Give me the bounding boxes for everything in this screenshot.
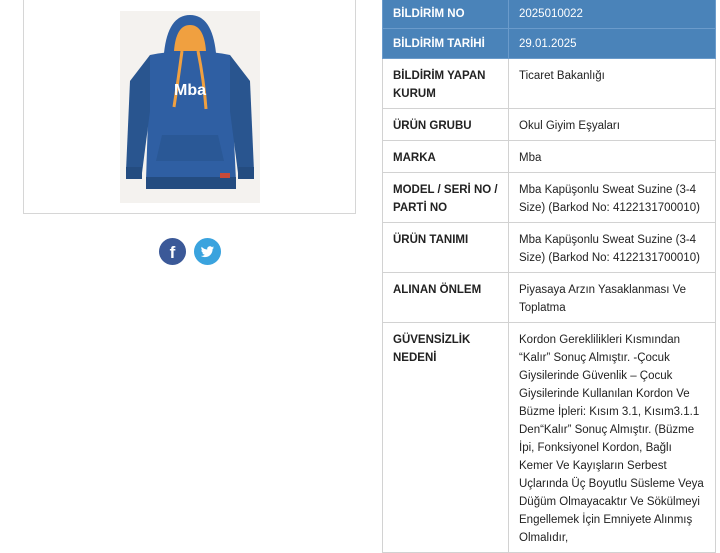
svg-text:f: f	[170, 243, 176, 262]
row-label: MARKA	[382, 140, 509, 173]
row-value: Kordon Gereklilikleri Kısmından “Kalır” …	[508, 322, 716, 553]
row-label: BİLDİRİM YAPAN KURUM	[382, 58, 509, 109]
table-row: BİLDİRİM NO 2025010022	[382, 0, 716, 29]
table-row: BİLDİRİM YAPAN KURUM Ticaret Bakanlığı	[382, 58, 716, 109]
twitter-icon	[194, 238, 221, 265]
row-value: Mba Kapüşonlu Sweat Suzine (3-4 Size) (B…	[508, 172, 716, 223]
notification-details-table: BİLDİRİM NO 2025010022 BİLDİRİM TARİHİ 2…	[382, 0, 716, 553]
row-label: GÜVENSİZLİK NEDENİ	[382, 322, 509, 553]
row-value: Mba Kapüşonlu Sweat Suzine (3-4 Size) (B…	[508, 222, 716, 273]
twitter-share-button[interactable]	[194, 238, 221, 270]
row-value: Ticaret Bakanlığı	[508, 58, 716, 109]
table-row: ÜRÜN TANIMI Mba Kapüşonlu Sweat Suzine (…	[382, 222, 716, 273]
row-label: BİLDİRİM TARİHİ	[382, 28, 509, 59]
table-row: MARKA Mba	[382, 140, 716, 173]
row-value: Mba	[508, 140, 716, 173]
table-row: ÜRÜN GRUBU Okul Giyim Eşyaları	[382, 108, 716, 141]
row-label: BİLDİRİM NO	[382, 0, 509, 29]
facebook-share-button[interactable]: f	[159, 238, 186, 270]
table-row: MODEL / SERİ NO / PARTİ NO Mba Kapüşonlu…	[382, 172, 716, 223]
row-value: 2025010022	[508, 0, 716, 29]
row-value: Okul Giyim Eşyaları	[508, 108, 716, 141]
hoodie-photo: Mba	[120, 11, 260, 203]
table-row: ALINAN ÖNLEM Piyasaya Arzın Yasaklanması…	[382, 272, 716, 323]
row-label: ÜRÜN TANIMI	[382, 222, 509, 273]
table-row: GÜVENSİZLİK NEDENİ Kordon Gereklilikleri…	[382, 322, 716, 553]
svg-text:Mba: Mba	[174, 82, 206, 99]
row-label: ÜRÜN GRUBU	[382, 108, 509, 141]
facebook-icon: f	[159, 238, 186, 265]
row-value: Piyasaya Arzın Yasaklanması Ve Toplatma	[508, 272, 716, 323]
table-row: BİLDİRİM TARİHİ 29.01.2025	[382, 28, 716, 59]
row-label: MODEL / SERİ NO / PARTİ NO	[382, 172, 509, 223]
product-image-frame[interactable]: Mba	[23, 0, 356, 214]
row-value: 29.01.2025	[508, 28, 716, 59]
row-label: ALINAN ÖNLEM	[382, 272, 509, 323]
